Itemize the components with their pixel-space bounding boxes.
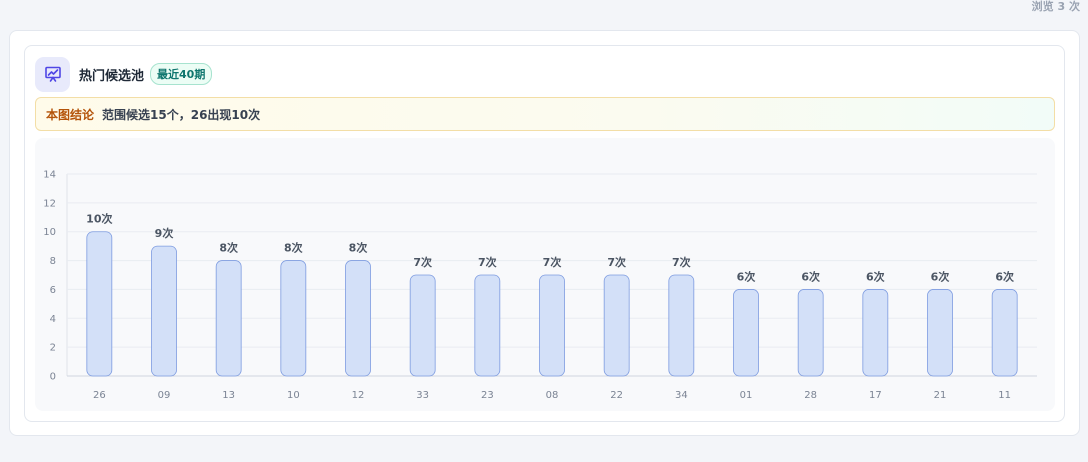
data-label: 6次 (866, 269, 885, 283)
x-tick-label: 21 (934, 390, 947, 401)
data-label: 7次 (672, 255, 691, 269)
bar (151, 245, 177, 377)
bar (797, 289, 824, 377)
x-tick-label: 09 (158, 390, 171, 401)
bar (409, 274, 436, 377)
bar-chart: 0 2 4 6 8 10 12 14 10次 26 9次 09 8次 13 8次 10 8次 12 7次 33 7次 23… (43, 170, 1037, 401)
bar (603, 274, 630, 377)
data-label: 7次 (413, 255, 432, 269)
data-label: 8次 (349, 241, 368, 255)
x-tick-label: 34 (675, 390, 688, 401)
bar (539, 274, 565, 377)
period-badge: 最近40期 (150, 63, 213, 85)
data-label: 6次 (995, 269, 1014, 283)
outer-panel: 热门候选池 最近40期 本图结论 范围候选15个，26出现10次 0 2 4 6 8 10… (9, 30, 1080, 436)
data-label: 7次 (478, 255, 497, 269)
y-tick-label: 12 (43, 198, 56, 209)
y-tick-label: 4 (50, 314, 56, 325)
y-tick-label: 0 (50, 372, 56, 383)
bar (927, 289, 953, 377)
bar (862, 289, 889, 377)
y-tick-label: 2 (50, 343, 56, 354)
data-label: 8次 (284, 241, 303, 255)
bar (345, 260, 371, 377)
chart-panel: 0 2 4 6 8 10 12 14 10次 26 9次 09 8次 13 8次 10 8次 12 7次 33 7次 23… (35, 138, 1055, 411)
x-tick-label: 08 (546, 390, 559, 401)
x-tick-label: 01 (740, 390, 753, 401)
x-tick-label: 12 (352, 390, 365, 401)
conclusion-text: 范围候选15个，26出现10次 (102, 107, 261, 122)
data-label: 7次 (543, 255, 562, 269)
conclusion-bar: 本图结论 范围候选15个，26出现10次 (35, 97, 1055, 131)
x-tick-label: 10 (287, 390, 300, 401)
chart-card: 热门候选池 最近40期 本图结论 范围候选15个，26出现10次 0 2 4 6 8 10… (24, 45, 1065, 422)
view-count: 浏览 3 次 (1031, 0, 1080, 13)
bar (733, 289, 759, 377)
bar (991, 289, 1018, 377)
x-tick-label: 26 (93, 390, 106, 401)
data-label: 6次 (931, 269, 950, 283)
x-tick-label: 28 (804, 390, 817, 401)
conclusion-label: 本图结论 (46, 107, 95, 122)
x-tick-label: 17 (869, 390, 882, 401)
data-label: 6次 (801, 269, 820, 283)
y-tick-label: 8 (50, 256, 56, 267)
x-tick-label: 22 (610, 390, 623, 401)
data-label: 6次 (737, 269, 756, 283)
bar (280, 260, 307, 377)
data-label: 7次 (607, 255, 626, 269)
x-tick-label: 23 (481, 390, 494, 401)
data-label: 8次 (219, 241, 238, 255)
chart-presentation-icon (35, 56, 70, 92)
bar (86, 231, 113, 377)
card-header: 热门候选池 最近40期 (35, 56, 213, 92)
x-tick-label: 11 (998, 390, 1011, 401)
card-title: 热门候选池 (79, 68, 145, 84)
x-tick-label: 13 (222, 390, 235, 401)
y-tick-label: 14 (43, 170, 56, 181)
x-tick-label: 33 (416, 390, 429, 401)
bar (215, 260, 242, 377)
y-tick-label: 10 (43, 227, 56, 238)
bar (474, 274, 501, 377)
data-label: 9次 (155, 226, 174, 240)
data-label: 10次 (86, 212, 112, 226)
y-tick-label: 6 (50, 285, 56, 296)
bar (668, 274, 695, 377)
